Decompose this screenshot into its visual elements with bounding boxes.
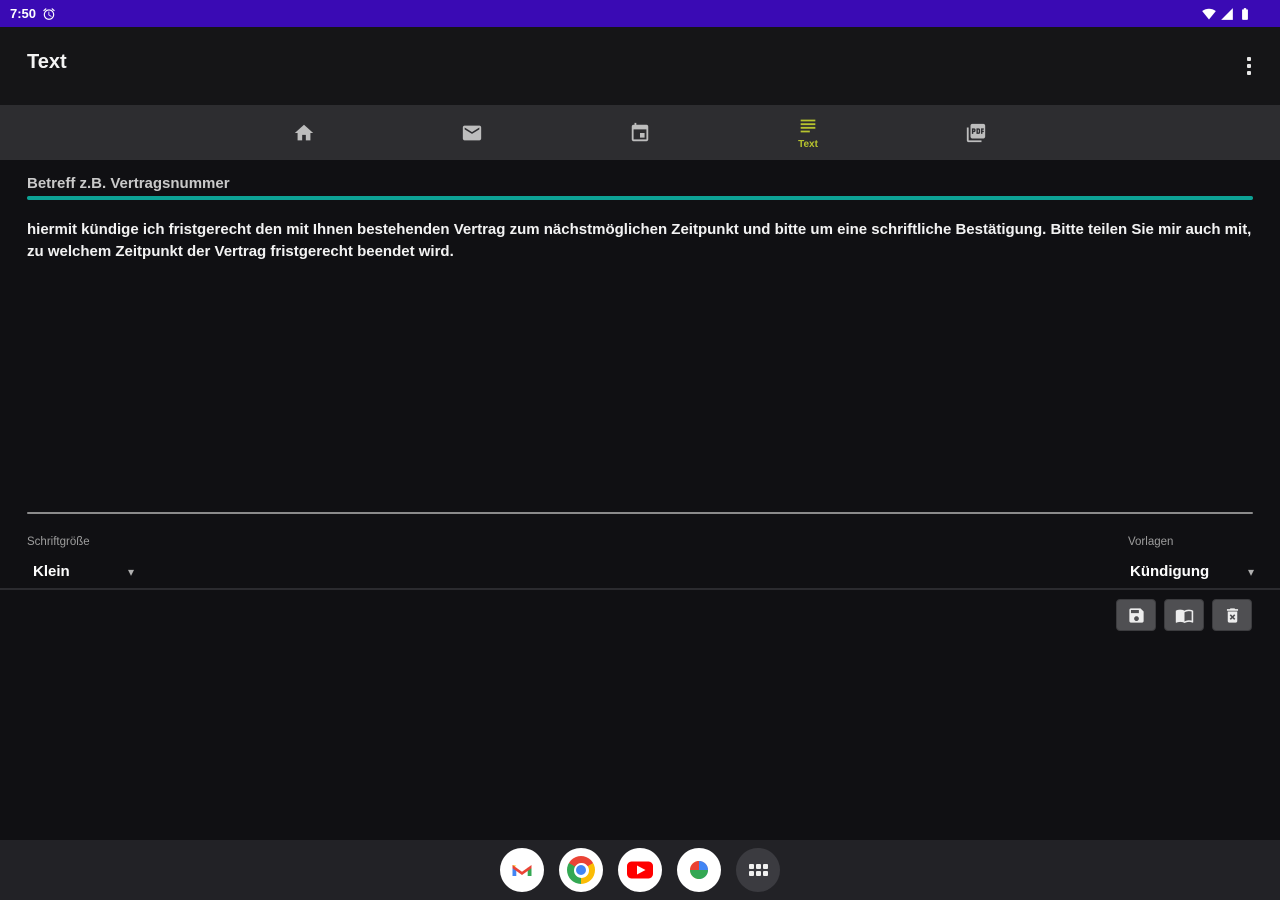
cellular-icon — [1221, 7, 1233, 20]
kebab-menu-icon[interactable] — [1240, 49, 1258, 83]
delete-button[interactable] — [1212, 599, 1252, 631]
tab-date[interactable] — [556, 105, 724, 160]
mail-icon — [462, 125, 482, 140]
pdf-icon — [966, 123, 986, 142]
font-size-label: Schriftgröße — [27, 536, 90, 548]
home-icon — [294, 124, 314, 140]
tab-text[interactable]: Text — [724, 105, 892, 160]
templates-book-button[interactable] — [1164, 599, 1204, 631]
dock — [0, 840, 1280, 900]
photos-app-icon[interactable] — [677, 848, 721, 892]
templates-select[interactable]: Kündigung — [1130, 563, 1209, 580]
text-lines-icon — [800, 119, 816, 133]
textarea-underline — [27, 512, 1253, 514]
tab-bar: Text — [0, 105, 1280, 160]
tab-pdf[interactable] — [892, 105, 1060, 160]
tab-text-label: Text — [798, 139, 818, 150]
chrome-app-icon[interactable] — [559, 848, 603, 892]
subject-underline — [27, 196, 1253, 200]
delete-icon — [1226, 607, 1238, 623]
alarm-icon — [43, 7, 55, 20]
battery-icon — [1242, 7, 1248, 20]
save-button[interactable] — [1116, 599, 1156, 631]
wifi-icon — [1202, 8, 1216, 20]
status-bar: 7:50 — [0, 0, 1280, 27]
save-icon — [1128, 607, 1144, 623]
font-size-select[interactable]: Klein — [33, 563, 70, 580]
page-title: Text — [27, 51, 67, 73]
status-time: 7:50 — [10, 6, 37, 21]
youtube-app-icon[interactable] — [618, 848, 662, 892]
tab-mail[interactable] — [388, 105, 556, 160]
body-textarea[interactable]: hiermit kündige ich fristgerecht den mit… — [27, 219, 1253, 263]
gmail-app-icon[interactable] — [500, 848, 544, 892]
screen: 7:50 Text Text Betreff z.B. Vertragsnumm… — [0, 0, 1280, 900]
chevron-down-icon[interactable]: ▾ — [1248, 565, 1254, 579]
app-bar: Text — [0, 27, 1280, 105]
divider — [0, 588, 1280, 590]
app-drawer-button[interactable] — [736, 848, 780, 892]
book-icon — [1175, 609, 1193, 623]
calendar-icon — [631, 122, 649, 141]
templates-label: Vorlagen — [1128, 536, 1174, 548]
subject-input[interactable]: Betreff z.B. Vertragsnummer — [27, 175, 230, 192]
grid-icon — [748, 864, 768, 876]
chevron-down-icon[interactable]: ▾ — [128, 565, 134, 579]
tab-home[interactable] — [220, 105, 388, 160]
